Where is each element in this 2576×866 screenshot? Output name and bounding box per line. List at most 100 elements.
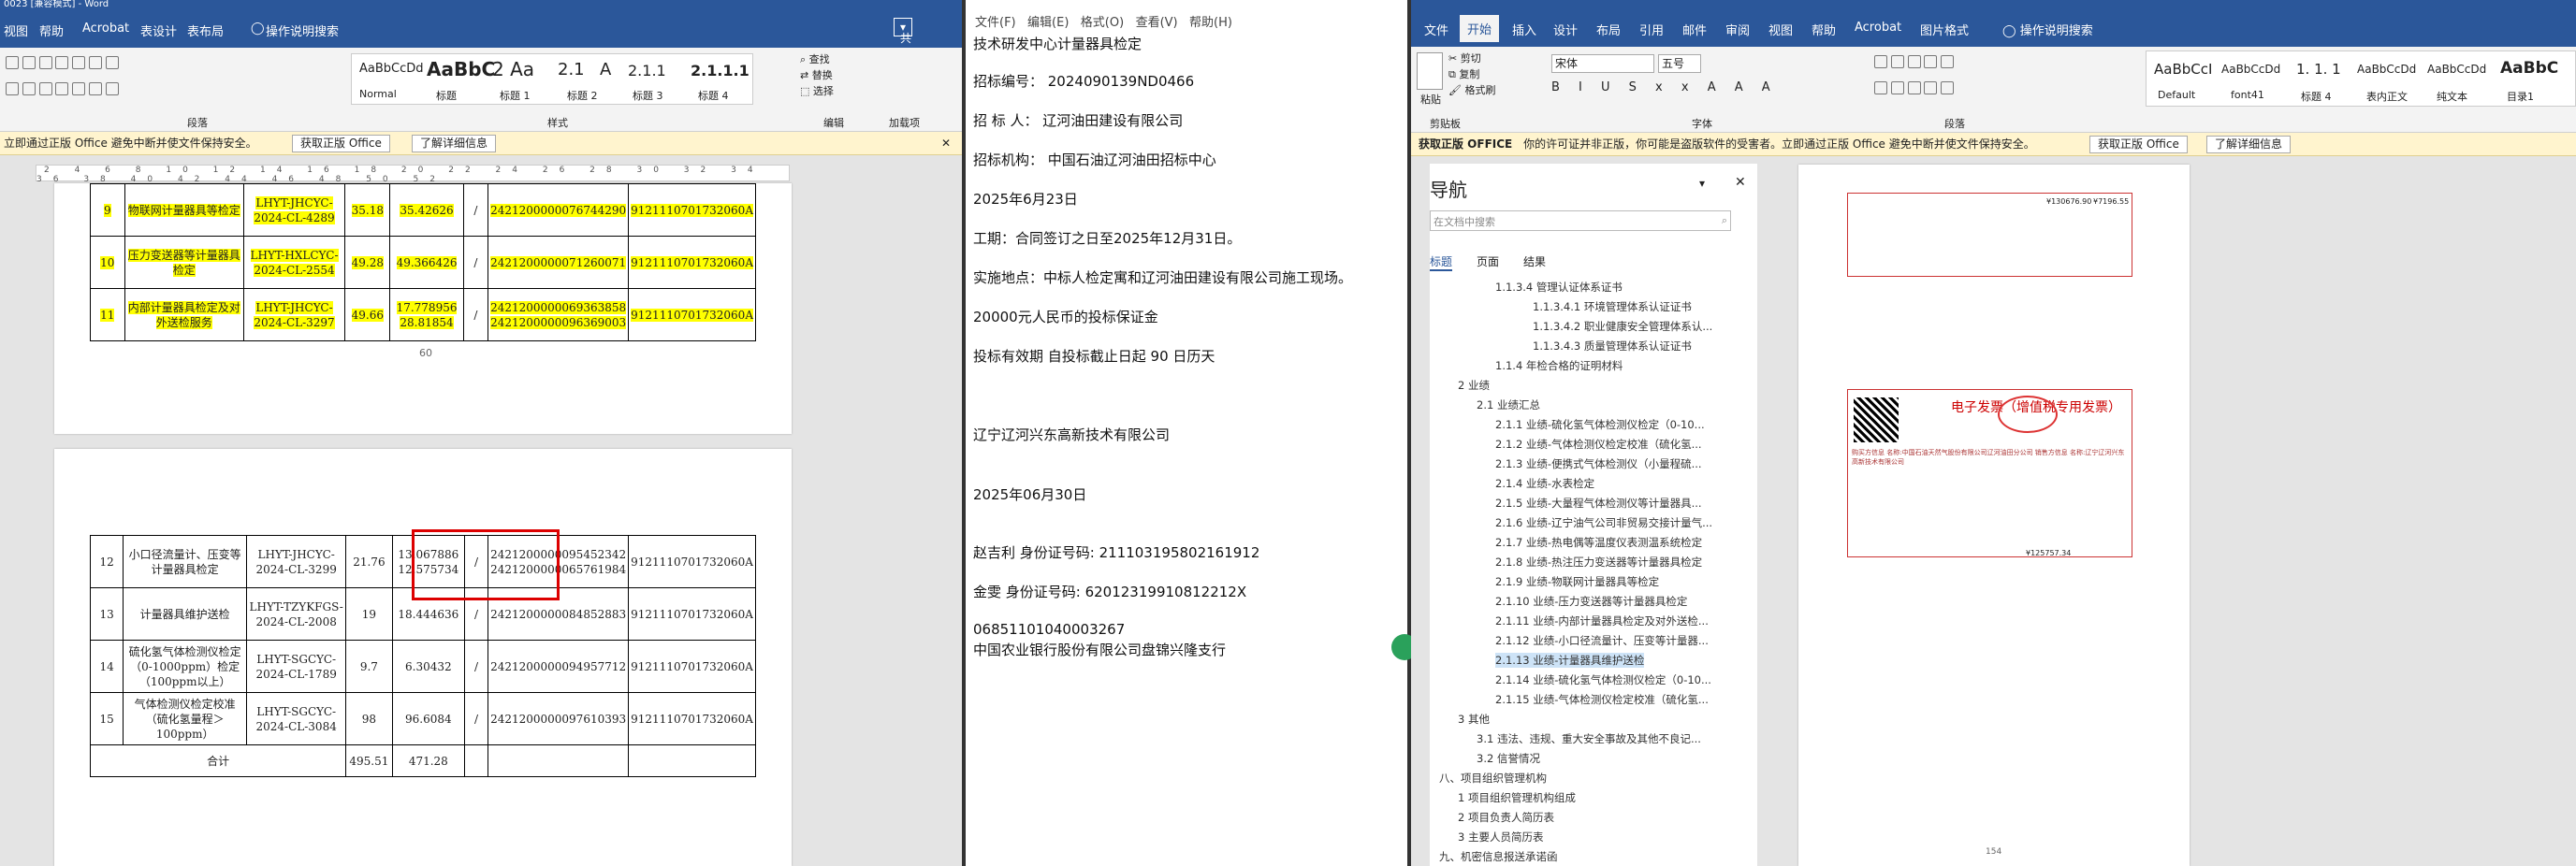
close-icon[interactable]: ✕ <box>941 132 951 154</box>
table-cell-e[interactable]: 9121110701732060A <box>628 535 756 588</box>
nav-heading-item[interactable]: 1.1.4 年检合格的证明材料 <box>1495 358 1623 373</box>
nav-search-input[interactable]: 在文档中搜索 ⌕ <box>1430 210 1731 231</box>
nav-heading-item[interactable]: 3.2 信誉情况 <box>1477 751 1540 766</box>
bullets-icon[interactable] <box>6 55 19 69</box>
style-normal-preview[interactable]: AaBbCcDd <box>359 62 424 76</box>
table-cell-b[interactable]: 96.6084 <box>391 692 466 745</box>
nav-heading-item[interactable]: 1.1.3.4.3 质量管理体系认证证书 <box>1533 339 1692 354</box>
horizontal-ruler[interactable]: 2 4 6 8 10 12 14 16 18 20 22 24 26 28 30… <box>36 165 790 184</box>
get-genuine-button[interactable]: 获取正版 Office <box>292 135 390 152</box>
select-button[interactable]: ⬚ 选择 <box>800 83 834 99</box>
tab-acrobat[interactable]: Acrobat <box>1855 21 1901 35</box>
style-preview[interactable]: 1. 1. 1 <box>2296 61 2341 78</box>
nav-heading-item[interactable]: 2.1.8 业绩-热注压力变送器等计量器具检定 <box>1495 555 1702 570</box>
tab-home[interactable]: 开始 <box>1460 15 1500 42</box>
table-cell-code[interactable]: LHYT-HXLCYC-2024-CL-2554 <box>242 236 346 289</box>
show-marks-icon[interactable] <box>105 55 119 69</box>
nav-heading-item[interactable]: 3.1 违法、违规、重大安全事故及其他不良记... <box>1477 731 1701 746</box>
tab-review[interactable]: 审阅 <box>1725 21 1750 38</box>
style-preview[interactable]: AaBbCcI <box>2154 61 2212 78</box>
align-center-icon[interactable] <box>1890 81 1904 94</box>
tab-help[interactable]: 帮助 <box>39 22 64 39</box>
total-cell[interactable] <box>464 744 489 777</box>
table-cell-c[interactable]: / <box>462 288 489 341</box>
nav-tab-headings[interactable]: 标题 <box>1430 253 1453 271</box>
table-cell-n[interactable]: 11 <box>90 288 125 341</box>
menu-edit[interactable]: 编辑(E) <box>1027 16 1069 30</box>
table-cell-code[interactable]: LHYT-SGCYC-2024-CL-3084 <box>246 692 347 745</box>
text-line[interactable]: 中国农业银行股份有限公司盘锦兴隆支行 <box>973 640 1226 659</box>
tab-acrobat[interactable]: Acrobat <box>82 22 129 36</box>
style-preview[interactable]: AaBbCcDd <box>2221 63 2280 76</box>
nav-heading-item[interactable]: 2 业绩 <box>1458 378 1490 393</box>
table-cell-code[interactable]: LHYT-JHCYC-2024-CL-4289 <box>242 183 346 237</box>
style-preview[interactable]: AaBbC <box>2500 59 2558 78</box>
text-line[interactable]: 赵吉利 身份证号码: 211103195802161912 <box>973 542 1259 562</box>
table-cell-d[interactable]: 2421200000097610393 <box>488 692 630 745</box>
paste-icon[interactable] <box>1417 52 1443 90</box>
table-cell-c[interactable]: / <box>462 183 489 237</box>
table-cell-d[interactable]: 2421200000094957712 <box>488 640 630 693</box>
nav-heading-item[interactable]: 九、机密信息报送承诺函 <box>1439 849 1558 864</box>
share-button[interactable]: 共享 ▾ <box>894 18 913 61</box>
nav-heading-item[interactable]: 2.1 业绩汇总 <box>1477 397 1540 412</box>
format-painter-button[interactable]: 🖌 格式刷 <box>1448 82 1495 98</box>
table-cell-name[interactable]: 气体检测仪检定校准（硫化氢量程＞100ppm） <box>123 692 248 745</box>
text-line[interactable]: 2025年6月23日 <box>973 189 1078 209</box>
align-left-icon[interactable] <box>1874 81 1887 94</box>
table-cell-name[interactable]: 小口径流量计、压变等计量器具检定 <box>123 535 248 588</box>
tab-mailings[interactable]: 邮件 <box>1682 21 1707 38</box>
style-title-preview[interactable]: AaBbC <box>427 58 495 80</box>
tab-file[interactable]: 文件 <box>1424 21 1448 38</box>
table-cell-d[interactable]: 2421200000069363858 2421200000096369003 <box>488 288 630 341</box>
text-line[interactable]: 技术研发中心计量器具检定 <box>973 34 1142 53</box>
menu-format[interactable]: 格式(O) <box>1081 16 1124 30</box>
chevron-down-icon[interactable]: ▾ <box>1699 177 1705 190</box>
table-cell-code[interactable]: LHYT-JHCYC-2024-CL-3299 <box>246 535 347 588</box>
tab-layout[interactable]: 布局 <box>1596 21 1621 38</box>
table-cell-c[interactable]: / <box>462 236 489 289</box>
total-cell[interactable]: 471.28 <box>391 744 466 777</box>
tell-me-search[interactable]: 操作说明搜索 <box>266 22 339 39</box>
align-right-icon[interactable] <box>38 82 52 95</box>
search-icon[interactable]: ⌕ <box>1722 214 1727 227</box>
table-cell-n[interactable]: 12 <box>89 535 124 588</box>
nav-tab-results[interactable]: 结果 <box>1523 253 1546 269</box>
nav-heading-item[interactable]: 1.1.3.4 管理认证体系证书 <box>1495 280 1623 295</box>
justify-icon[interactable] <box>1924 81 1938 94</box>
style-h2-preview[interactable]: 2.1 <box>558 60 585 79</box>
table-cell-e[interactable]: 9121110701732060A <box>628 183 756 237</box>
nav-heading-item[interactable]: 2.1.2 业绩-气体检测仪检定校准（硫化氢... <box>1495 437 1702 452</box>
tab-references[interactable]: 引用 <box>1639 21 1664 38</box>
bullets-icon[interactable] <box>1874 54 1887 68</box>
table-cell-a[interactable]: 35.18 <box>344 183 391 237</box>
table-cell-n[interactable]: 9 <box>90 183 125 237</box>
nav-heading-item[interactable]: 1.1.3.4.1 环境管理体系认证证书 <box>1533 299 1692 314</box>
menu-file[interactable]: 文件(F) <box>975 16 1016 30</box>
multilevel-icon[interactable] <box>1907 54 1921 68</box>
table-cell-name[interactable]: 压力变送器等计量器具检定 <box>124 236 244 289</box>
table-cell-b[interactable]: 49.366426 <box>389 236 464 289</box>
nav-heading-item[interactable]: 1 项目组织管理机构组成 <box>1458 790 1576 805</box>
style-h4-preview[interactable]: 2.1.1.1 <box>691 62 750 79</box>
nav-tab-pages[interactable]: 页面 <box>1477 253 1499 269</box>
table-cell-a[interactable]: 9.7 <box>345 640 393 693</box>
copy-button[interactable]: ⧉ 复制 <box>1448 66 1495 82</box>
tab-table-design[interactable]: 表设计 <box>140 22 177 39</box>
nav-heading-item[interactable]: 2.1.14 业绩-硫化氢气体检测仪检定（0-10... <box>1495 672 1711 687</box>
find-button[interactable]: ⌕ 查找 <box>800 51 834 67</box>
cut-button[interactable]: ✂ 剪切 <box>1448 51 1495 66</box>
text-line[interactable]: 招 标 人： 辽河油田建设有限公司 <box>973 110 1183 130</box>
text-line[interactable]: 招标编号： 2024090139ND0466 <box>973 71 1194 91</box>
learn-more-button[interactable]: 了解详细信息 <box>2206 136 2292 153</box>
align-left-icon[interactable] <box>6 82 19 95</box>
shading-icon[interactable] <box>89 82 103 95</box>
menu-help[interactable]: 帮助(H) <box>1189 16 1232 30</box>
decrease-indent-icon[interactable] <box>55 55 69 69</box>
table-cell-e[interactable]: 9121110701732060A <box>628 640 756 693</box>
table-cell-code[interactable]: LHYT-TZYKFGS-2024-CL-2008 <box>246 587 347 641</box>
learn-more-button[interactable]: 了解详细信息 <box>412 135 497 152</box>
numbering-icon[interactable] <box>1890 54 1904 68</box>
table-cell-c[interactable]: / <box>464 640 489 693</box>
table-cell-a[interactable]: 19 <box>345 587 393 641</box>
